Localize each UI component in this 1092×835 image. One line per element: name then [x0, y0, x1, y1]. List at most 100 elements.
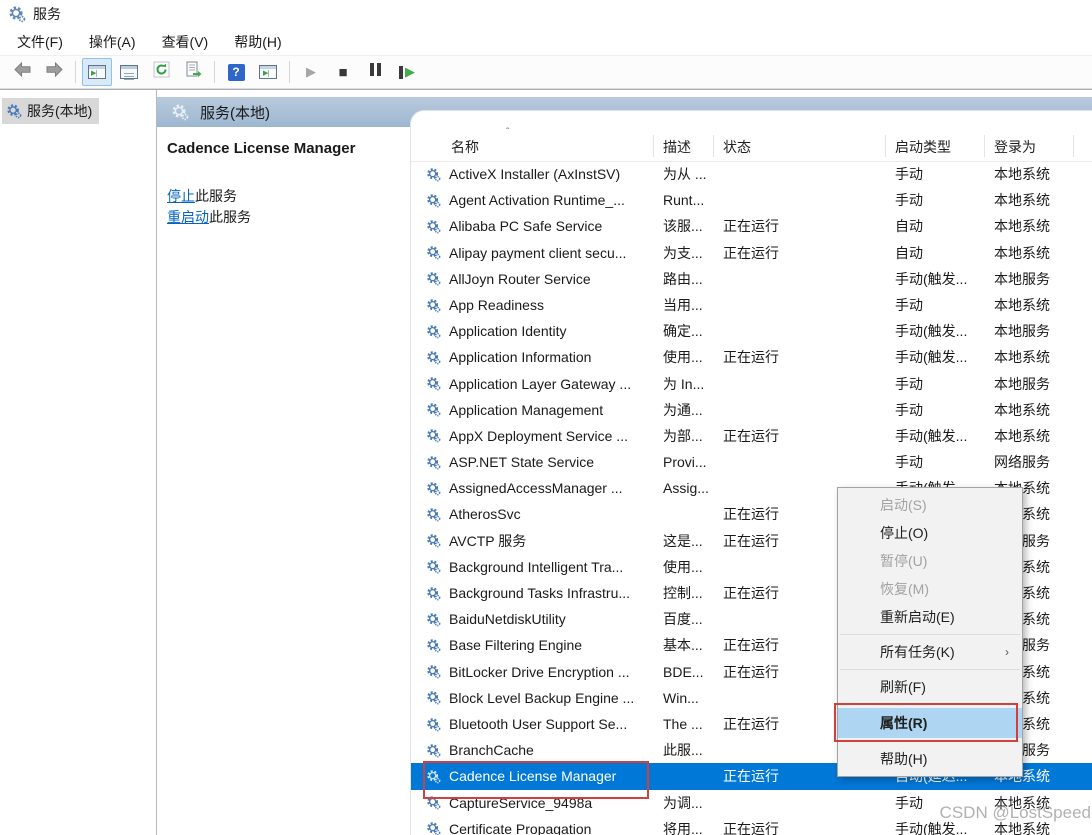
selected-service-name: Cadence License Manager: [167, 140, 409, 157]
show-action-pane-button[interactable]: ▶: [253, 58, 283, 86]
forward-button[interactable]: [39, 58, 69, 86]
service-name: Agent Activation Runtime_...: [449, 187, 651, 213]
app-gear-icon: [8, 5, 26, 23]
service-name: App Readiness: [449, 292, 651, 318]
service-row[interactable]: App Readiness当用...手动本地系统: [411, 292, 1092, 318]
service-gear-icon: [426, 397, 446, 423]
context-menu-item[interactable]: 重新启动(E): [838, 603, 1022, 631]
service-gear-icon: [426, 790, 446, 816]
service-gear-icon: [426, 371, 446, 397]
service-status: [723, 187, 881, 213]
service-startup-type: 手动: [895, 187, 991, 213]
context-menu-item[interactable]: 刷新(F): [838, 673, 1022, 701]
service-description: 使用...: [663, 554, 719, 580]
service-row[interactable]: Alipay payment client secu...为支...正在运行自动…: [411, 240, 1092, 266]
service-description: 当用...: [663, 292, 719, 318]
service-gear-icon: [426, 737, 446, 763]
service-logon-as: 本地服务: [994, 266, 1086, 292]
restart-icon: ▶: [399, 64, 415, 80]
service-name: Background Intelligent Tra...: [449, 554, 651, 580]
service-gear-icon: [426, 763, 446, 789]
help-icon: ?: [228, 64, 245, 81]
service-description: Win...: [663, 685, 719, 711]
stop-service-button[interactable]: ■: [328, 58, 358, 86]
service-gear-icon: [426, 292, 446, 318]
service-row[interactable]: AllJoyn Router Service路由...手动(触发...本地服务: [411, 266, 1092, 292]
service-status: [723, 449, 881, 475]
export-list-button[interactable]: [178, 58, 208, 86]
service-gear-icon: [426, 213, 446, 239]
menu-file[interactable]: 文件(F): [4, 29, 76, 55]
restart-service-link[interactable]: 重启动: [167, 209, 209, 225]
service-description: 将用...: [663, 816, 719, 835]
menu-separator: [840, 741, 1020, 742]
column-header-name[interactable]: 名称: [451, 137, 479, 157]
context-menu-item[interactable]: 所有任务(K)›: [838, 638, 1022, 666]
service-row[interactable]: Alibaba PC Safe Service该服...正在运行自动本地系统: [411, 213, 1092, 239]
column-header-startup[interactable]: 启动类型: [895, 137, 951, 157]
context-menu-item[interactable]: 属性(R): [838, 708, 1022, 738]
help-button[interactable]: ?: [221, 58, 251, 86]
service-name: Alipay payment client secu...: [449, 240, 651, 266]
context-menu-item: 恢复(M): [838, 575, 1022, 603]
properties-button[interactable]: [114, 58, 144, 86]
show-console-tree-button[interactable]: ▶: [82, 58, 112, 86]
context-menu-item[interactable]: 帮助(H): [838, 745, 1022, 773]
menu-view[interactable]: 查看(V): [149, 29, 222, 55]
restart-service-button[interactable]: ▶: [392, 58, 422, 86]
stop-service-line: 停止此服务: [167, 186, 409, 207]
service-name: Cadence License Manager: [449, 763, 651, 789]
service-row[interactable]: Application Information使用...正在运行手动(触发...…: [411, 344, 1092, 370]
service-row[interactable]: Application Management为通...手动本地系统: [411, 397, 1092, 423]
service-status: [723, 397, 881, 423]
service-row[interactable]: Application Identity确定...手动(触发...本地服务: [411, 318, 1092, 344]
service-name: Bluetooth User Support Se...: [449, 711, 651, 737]
service-gear-icon: [426, 816, 446, 835]
column-header-status[interactable]: 状态: [723, 137, 751, 157]
start-service-button[interactable]: ▶: [296, 58, 326, 86]
service-status: [723, 266, 881, 292]
service-description: 为部...: [663, 423, 719, 449]
pause-icon: [370, 63, 381, 81]
service-name: CaptureService_9498a: [449, 790, 651, 816]
service-description: 为 In...: [663, 371, 719, 397]
service-name: Application Management: [449, 397, 651, 423]
service-info-panel: Cadence License Manager 停止此服务 重启动此服务: [157, 127, 409, 835]
service-name: Application Layer Gateway ...: [449, 371, 651, 397]
service-startup-type: 手动(触发...: [895, 318, 991, 344]
service-status: [723, 292, 881, 318]
back-button[interactable]: [7, 58, 37, 86]
service-description: [663, 501, 719, 527]
column-header-desc[interactable]: 描述: [663, 137, 691, 157]
services-gear-icon: [6, 103, 22, 119]
service-row[interactable]: Application Layer Gateway ...为 In...手动本地…: [411, 371, 1092, 397]
service-gear-icon: [426, 266, 446, 292]
menu-help[interactable]: 帮助(H): [221, 29, 294, 55]
title-bar: 服务: [0, 0, 1092, 28]
service-row[interactable]: ASP.NET State ServiceProvi...手动网络服务: [411, 449, 1092, 475]
export-list-icon: [185, 61, 202, 83]
service-row[interactable]: AppX Deployment Service ...为部...正在运行手动(触…: [411, 423, 1092, 449]
stop-service-link[interactable]: 停止: [167, 188, 195, 204]
service-description: 路由...: [663, 266, 719, 292]
service-row[interactable]: ActiveX Installer (AxInstSV)为从 ...手动本地系统: [411, 161, 1092, 187]
service-gear-icon: [426, 711, 446, 737]
menu-action[interactable]: 操作(A): [76, 29, 149, 55]
service-gear-icon: [426, 580, 446, 606]
service-logon-as: 网络服务: [994, 449, 1086, 475]
service-gear-icon: [426, 554, 446, 580]
service-description: Runt...: [663, 187, 719, 213]
tree-item-services-local[interactable]: 服务(本地): [2, 98, 99, 124]
service-row[interactable]: Agent Activation Runtime_...Runt...手动本地系…: [411, 187, 1092, 213]
context-menu-item: 启动(S): [838, 491, 1022, 519]
console-tree-panel: 服务(本地): [0, 90, 157, 835]
service-gear-icon: [426, 685, 446, 711]
pause-service-button[interactable]: [360, 58, 390, 86]
context-menu-item[interactable]: 停止(O): [838, 519, 1022, 547]
service-name: AtherosSvc: [449, 501, 651, 527]
service-gear-icon: [426, 475, 446, 501]
service-name: Application Identity: [449, 318, 651, 344]
column-header-logon[interactable]: 登录为: [994, 137, 1036, 157]
service-startup-type: 手动(触发...: [895, 344, 991, 370]
refresh-button[interactable]: [146, 58, 176, 86]
